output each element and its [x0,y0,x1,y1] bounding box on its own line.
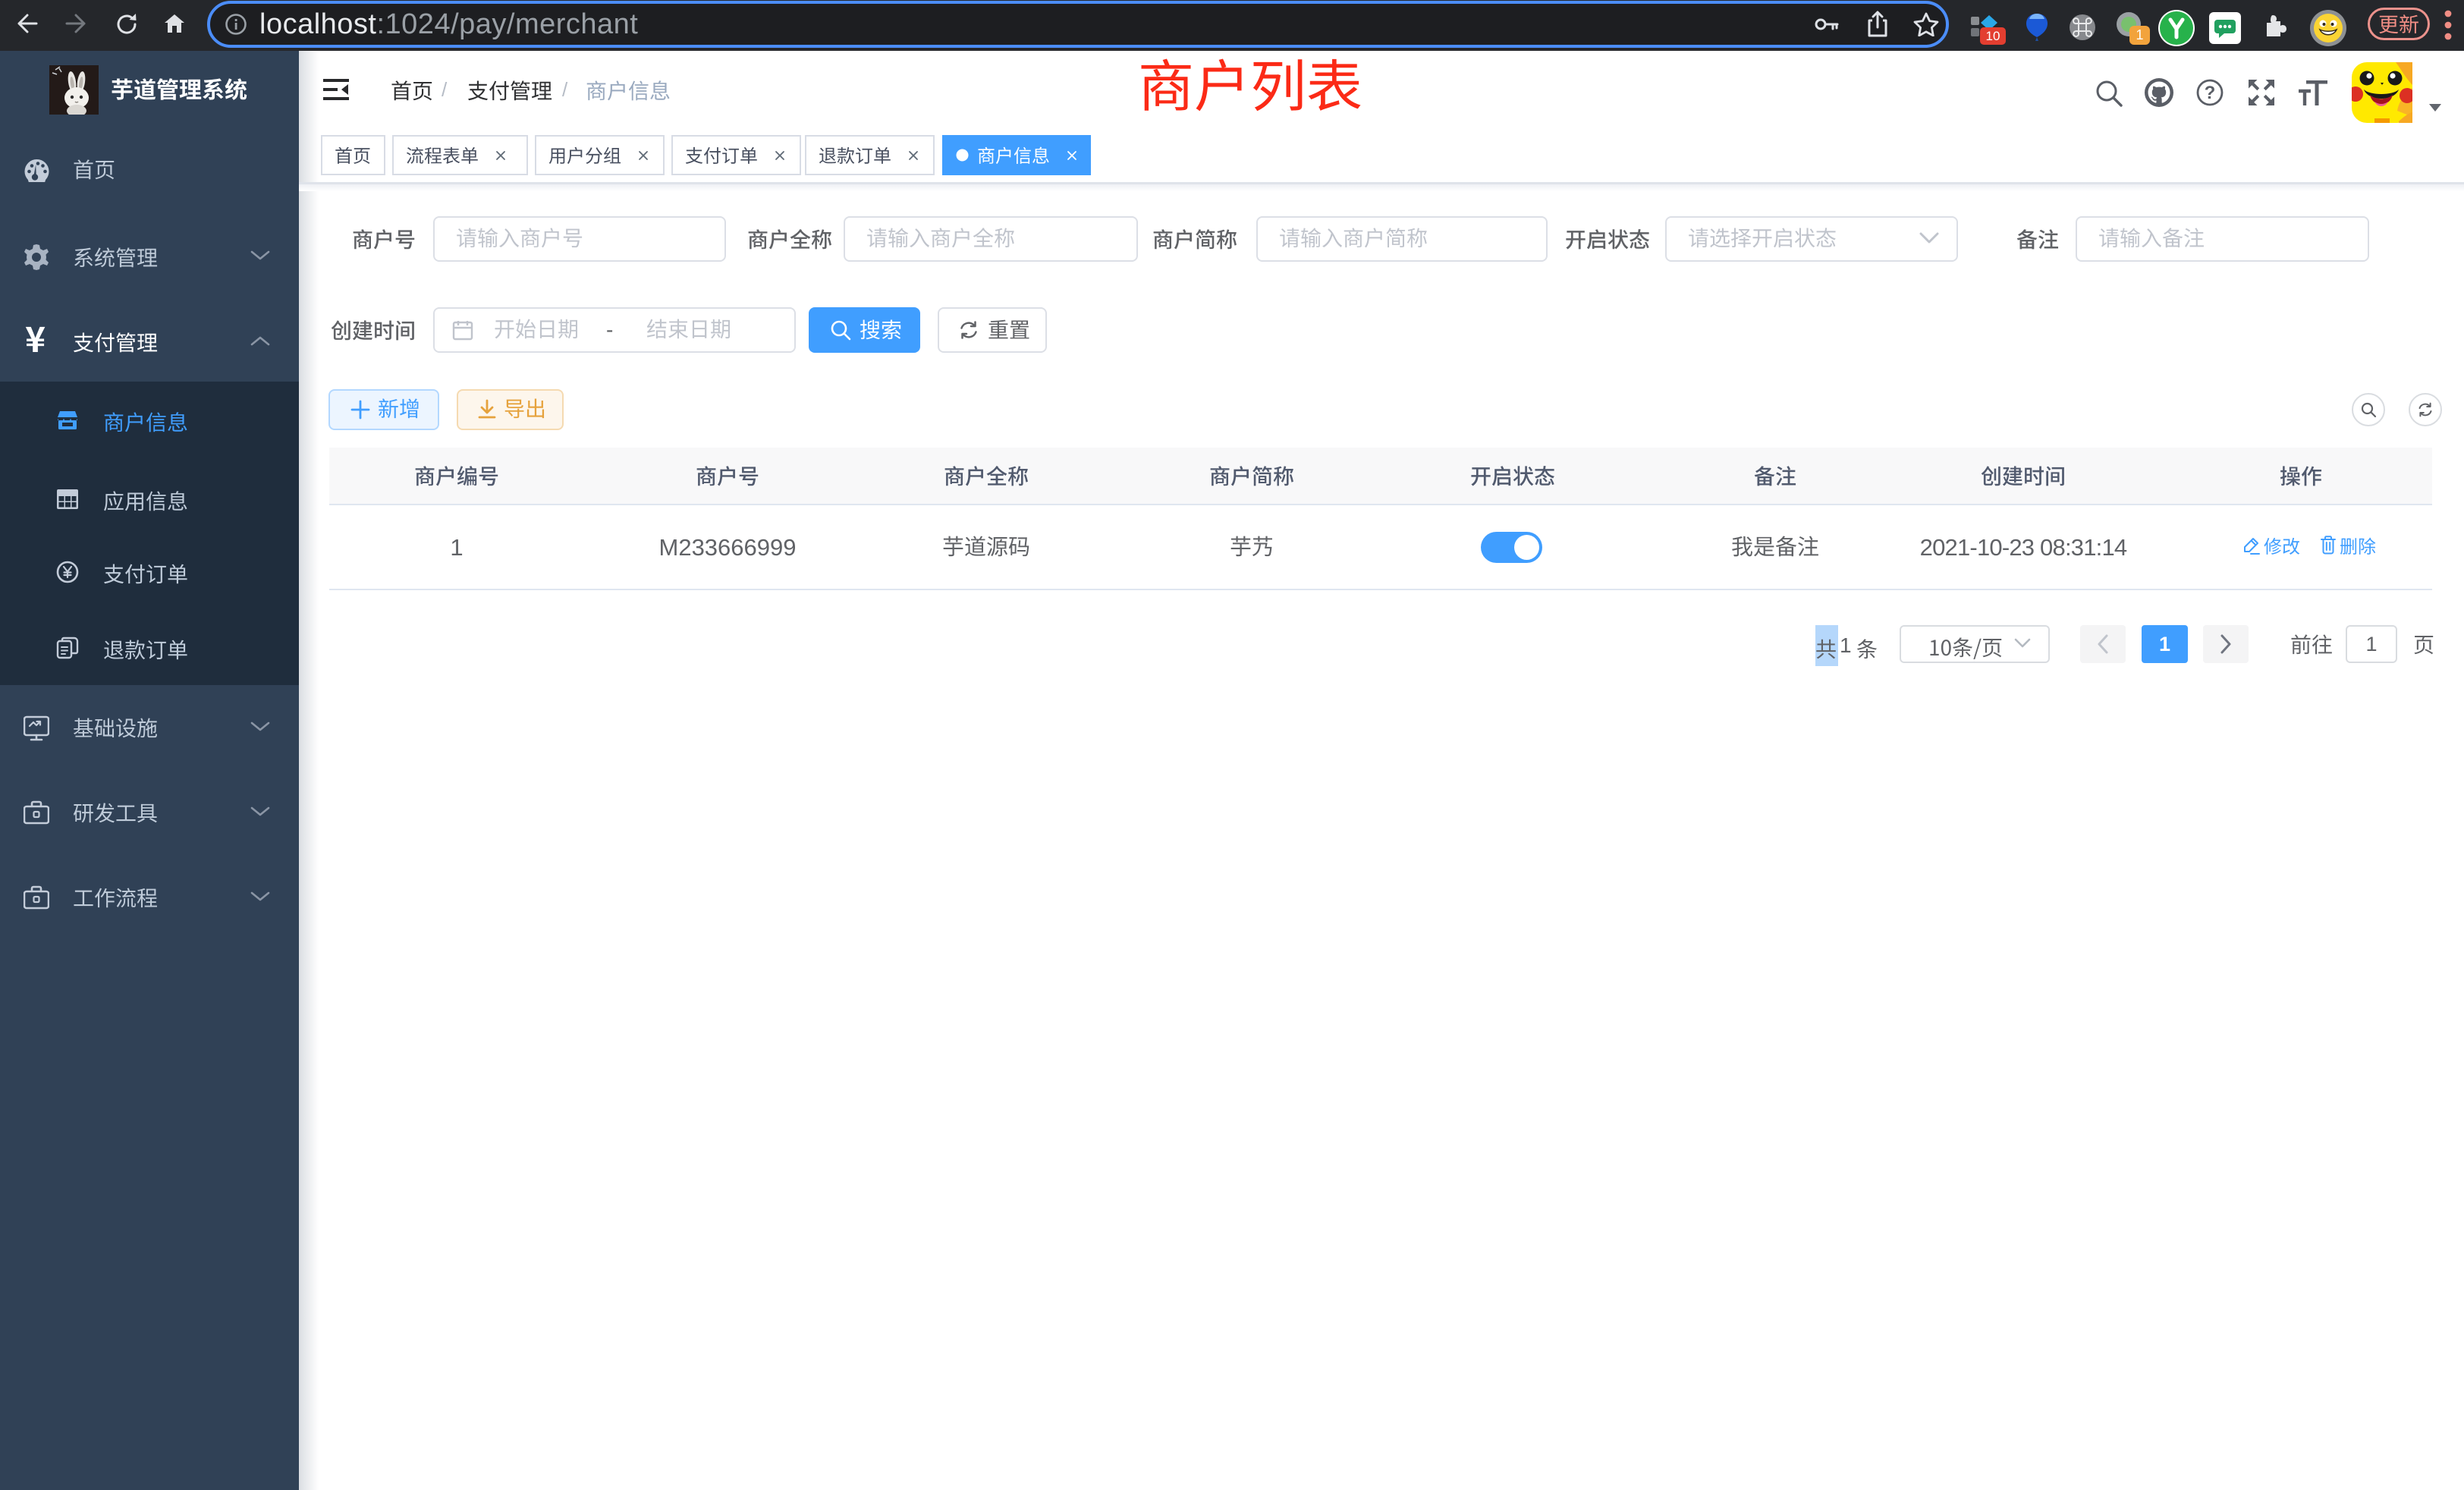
svg-text:?: ? [2205,83,2216,103]
